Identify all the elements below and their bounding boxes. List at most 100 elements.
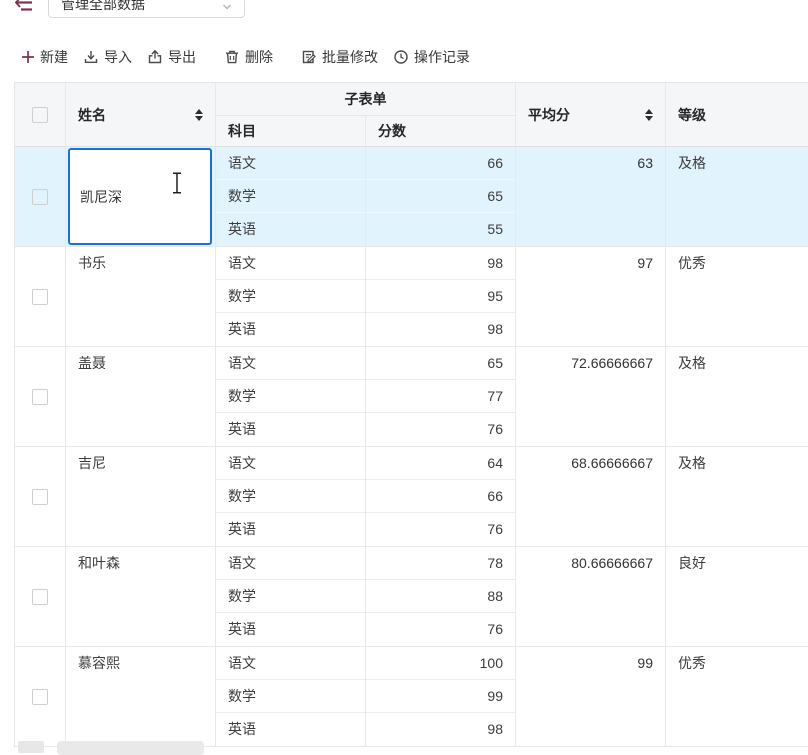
subject-cell[interactable]: 语文数学英语 [216, 647, 366, 746]
score-subcell[interactable]: 55 [366, 213, 515, 246]
column-header-subject[interactable]: 科目 [216, 116, 366, 146]
score-subcell[interactable]: 65 [366, 180, 515, 213]
column-header-score[interactable]: 分数 [366, 116, 516, 146]
name-cell[interactable]: 吉尼 [66, 447, 216, 546]
operation-history-button[interactable]: 操作记录 [393, 47, 470, 67]
subject-subcell[interactable]: 数学 [216, 280, 365, 313]
score-subcell[interactable]: 65 [366, 347, 515, 380]
subject-subcell[interactable]: 语文 [216, 447, 365, 480]
name-cell[interactable]: 书乐 [66, 247, 216, 346]
score-cell[interactable]: 646676 [366, 447, 516, 546]
row-checkbox[interactable] [32, 689, 48, 705]
table-row[interactable]: 和叶森 语文数学英语 788876 80.66666667 良好 [15, 547, 808, 647]
subject-subcell[interactable]: 数学 [216, 380, 365, 413]
score-subcell[interactable]: 88 [366, 580, 515, 613]
score-subcell[interactable]: 100 [366, 647, 515, 680]
table-row[interactable]: 盖聂 语文数学英语 657776 72.66666667 及格 [15, 347, 808, 447]
column-group-subform-label: 子表单 [216, 83, 515, 116]
name-text: 和叶森 [66, 547, 215, 580]
subject-subcell[interactable]: 英语 [216, 213, 365, 246]
subject-subcell[interactable]: 数学 [216, 580, 365, 613]
subject-subcell[interactable]: 语文 [216, 147, 365, 180]
back-collapse-icon[interactable] [15, 0, 35, 14]
sort-icon[interactable] [645, 109, 653, 121]
subject-subcell[interactable]: 英语 [216, 413, 365, 446]
score-subcell[interactable]: 77 [366, 380, 515, 413]
score-subcell[interactable]: 95 [366, 280, 515, 313]
edit-icon [301, 49, 317, 65]
subject-subcell[interactable]: 数学 [216, 180, 365, 213]
plus-icon [21, 50, 35, 64]
new-record-button[interactable]: 新建 [21, 47, 68, 67]
footer-partial-field[interactable] [57, 741, 204, 755]
subject-subcell[interactable]: 英语 [216, 613, 365, 646]
score-subcell[interactable]: 78 [366, 547, 515, 580]
export-button[interactable]: 导出 [147, 47, 196, 67]
score-cell[interactable]: 989598 [366, 247, 516, 346]
score-cell[interactable]: 657776 [366, 347, 516, 446]
score-subcell[interactable]: 98 [366, 247, 515, 280]
grade-cell: 优秀 [666, 247, 808, 346]
score-subcell[interactable]: 76 [366, 413, 515, 446]
footer-partial-checkbox[interactable] [18, 741, 44, 753]
average-cell: 68.66666667 [516, 447, 666, 546]
table-row[interactable]: 语文数学英语 666555 63 及格 [15, 147, 808, 247]
name-cell[interactable]: 和叶森 [66, 547, 216, 646]
subject-subcell[interactable]: 语文 [216, 247, 365, 280]
row-checkbox[interactable] [32, 589, 48, 605]
score-subcell[interactable]: 66 [366, 480, 515, 513]
delete-button[interactable]: 删除 [224, 47, 273, 67]
subject-subcell[interactable]: 数学 [216, 480, 365, 513]
score-subcell[interactable]: 76 [366, 613, 515, 646]
subject-cell[interactable]: 语文数学英语 [216, 147, 366, 246]
row-checkbox[interactable] [32, 189, 48, 205]
data-view-select[interactable]: 管理全部数据 [48, 0, 245, 18]
column-header-average[interactable]: 平均分 [516, 83, 666, 146]
sort-icon[interactable] [195, 109, 203, 121]
row-checkbox-cell [15, 547, 66, 646]
subject-subcell[interactable]: 英语 [216, 513, 365, 546]
subject-cell[interactable]: 语文数学英语 [216, 347, 366, 446]
subject-subcell[interactable]: 语文 [216, 547, 365, 580]
import-button[interactable]: 导入 [83, 47, 132, 67]
subject-subcell[interactable]: 英语 [216, 713, 365, 746]
average-cell: 72.66666667 [516, 347, 666, 446]
row-checkbox[interactable] [32, 489, 48, 505]
subject-cell[interactable]: 语文数学英语 [216, 547, 366, 646]
export-label: 导出 [168, 47, 196, 67]
table-row[interactable]: 书乐 语文数学英语 989598 97 优秀 [15, 247, 808, 347]
row-checkbox[interactable] [32, 389, 48, 405]
subject-subcell[interactable]: 语文 [216, 647, 365, 680]
table-row[interactable]: 慕容熙 语文数学英语 1009998 99 优秀 [15, 647, 808, 746]
score-subcell[interactable]: 66 [366, 147, 515, 180]
name-cell[interactable] [66, 147, 216, 246]
name-cell[interactable]: 慕容熙 [66, 647, 216, 746]
subject-subcell[interactable]: 语文 [216, 347, 365, 380]
column-header-grade[interactable]: 等级 [666, 83, 808, 146]
import-label: 导入 [104, 47, 132, 67]
name-cell-editor[interactable] [68, 148, 212, 245]
column-header-name[interactable]: 姓名 [66, 83, 216, 146]
trash-icon [224, 49, 240, 65]
score-cell[interactable]: 1009998 [366, 647, 516, 746]
score-subcell[interactable]: 98 [366, 713, 515, 746]
subject-cell[interactable]: 语文数学英语 [216, 247, 366, 346]
batch-edit-button[interactable]: 批量修改 [301, 47, 378, 67]
score-cell[interactable]: 666555 [366, 147, 516, 246]
score-subcell[interactable]: 76 [366, 513, 515, 546]
score-cell[interactable]: 788876 [366, 547, 516, 646]
average-cell: 97 [516, 247, 666, 346]
subject-subcell[interactable]: 数学 [216, 680, 365, 713]
row-checkbox-cell [15, 447, 66, 546]
subject-subcell[interactable]: 英语 [216, 313, 365, 346]
select-all-checkbox[interactable] [32, 107, 48, 123]
score-subcell[interactable]: 99 [366, 680, 515, 713]
row-checkbox[interactable] [32, 289, 48, 305]
table-row[interactable]: 吉尼 语文数学英语 646676 68.66666667 及格 [15, 447, 808, 547]
score-subcell[interactable]: 98 [366, 313, 515, 346]
name-cell[interactable]: 盖聂 [66, 347, 216, 446]
score-subcell[interactable]: 64 [366, 447, 515, 480]
subject-cell[interactable]: 语文数学英语 [216, 447, 366, 546]
name-text: 慕容熙 [66, 647, 215, 680]
data-view-select-value: 管理全部数据 [61, 0, 220, 14]
